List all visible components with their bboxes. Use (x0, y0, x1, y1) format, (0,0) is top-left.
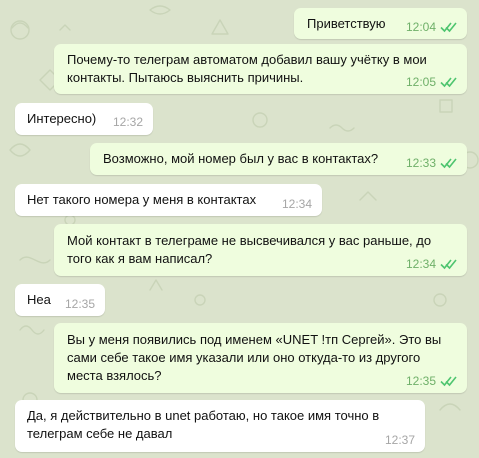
message-text: Мой контакт в телеграме не высвечивался … (67, 232, 431, 268)
message-time: 12:34 (405, 257, 436, 271)
message-outgoing[interactable]: Возможно, мой номер был у вас в контакта… (90, 143, 467, 175)
message-meta: 12:34 (282, 197, 312, 211)
message-time: 12:37 (384, 433, 415, 447)
read-double-check-icon (440, 77, 457, 88)
message-meta: 12:34 (406, 257, 458, 271)
message-line: места взялось? (67, 368, 162, 383)
message-text: Нет такого номера у меня в контактах (27, 191, 256, 209)
message-line: Почему-то телеграм автоматом добавил ваш… (67, 52, 427, 67)
message-line: контакты. Пытаюсь выяснить причины. (67, 70, 304, 85)
message-line: Да, я действительно в unet работаю, но т… (27, 408, 380, 423)
message-outgoing[interactable]: Почему-то телеграм автоматом добавил ваш… (54, 44, 467, 94)
message-line: Приветствую (307, 16, 386, 31)
message-line: телеграм себе не давал (27, 426, 173, 441)
message-text: Интересно) (27, 110, 96, 128)
message-time: 12:05 (405, 75, 436, 89)
message-meta: 12:32 (113, 115, 143, 129)
message-text: Почему-то телеграм автоматом добавил ваш… (67, 51, 427, 87)
message-line: Мой контакт в телеграме не высвечивался … (67, 233, 432, 248)
message-line: Интересно) (27, 111, 97, 126)
message-line: того как я вам написал? (67, 251, 213, 266)
message-outgoing[interactable]: Приветствую 12:04 (294, 8, 467, 39)
read-double-check-icon (440, 22, 457, 33)
message-time: 12:32 (112, 115, 143, 129)
message-meta: 12:04 (406, 20, 458, 34)
message-line: Нет такого номера у меня в контактах (27, 192, 257, 207)
read-double-check-icon (440, 259, 457, 270)
message-text: Неа (27, 291, 51, 309)
message-time: 12:35 (64, 297, 95, 311)
message-outgoing[interactable]: Вы у меня появились под именем «UNET !тп… (54, 323, 467, 393)
message-outgoing[interactable]: Мой контакт в телеграме не высвечивался … (54, 224, 467, 276)
message-meta: 12:35 (406, 374, 458, 388)
message-text: Возможно, мой номер был у вас в контакта… (103, 150, 378, 168)
message-line: Вы у меня появились под именем «UNET !тп… (67, 332, 442, 347)
message-incoming[interactable]: Нет такого номера у меня в контактах 12:… (15, 184, 322, 216)
message-text: Да, я действительно в unet работаю, но т… (27, 407, 379, 443)
message-meta: 12:33 (406, 156, 458, 170)
message-time: 12:35 (405, 374, 436, 388)
message-text: Вы у меня появились под именем «UNET !тп… (67, 331, 441, 385)
message-line: сами себе такое имя указали или оно отку… (67, 350, 421, 365)
message-time: 12:34 (281, 197, 312, 211)
message-time: 12:04 (405, 20, 436, 34)
message-time: 12:33 (405, 156, 436, 170)
message-line: Неа (27, 292, 51, 307)
read-double-check-icon (440, 376, 457, 387)
message-meta: 12:35 (65, 297, 95, 311)
message-line: Возможно, мой номер был у вас в контакта… (103, 151, 379, 166)
message-incoming[interactable]: Интересно) 12:32 (15, 103, 153, 135)
message-meta: 12:37 (385, 433, 415, 447)
read-double-check-icon (440, 158, 457, 169)
message-meta: 12:05 (406, 75, 458, 89)
message-incoming[interactable]: Неа 12:35 (15, 284, 105, 316)
message-incoming[interactable]: Да, я действительно в unet работаю, но т… (15, 400, 425, 452)
message-text: Приветствую (307, 15, 386, 33)
